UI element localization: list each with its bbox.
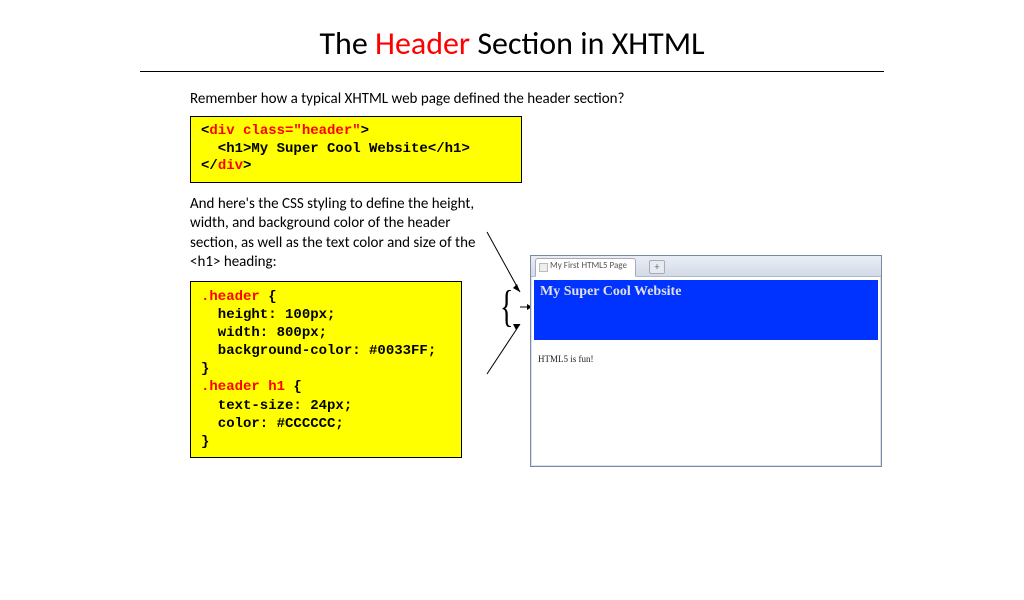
page-header: My Super Cool Website bbox=[534, 280, 878, 340]
page-header-title: My Super Cool Website bbox=[540, 284, 872, 300]
browser-tab: My First HTML5 Page bbox=[535, 258, 636, 277]
browser-mock: My First HTML5 Page + My Super Cool Webs… bbox=[530, 255, 882, 467]
browser-page: My Super Cool Website HTML5 is fun! bbox=[531, 277, 881, 381]
new-tab-button: + bbox=[649, 260, 665, 274]
slide: The Header Section in XHTML Remember how… bbox=[0, 24, 1024, 600]
browser-chrome: My First HTML5 Page + bbox=[531, 256, 881, 277]
page-body-text: HTML5 is fun! bbox=[538, 354, 874, 364]
